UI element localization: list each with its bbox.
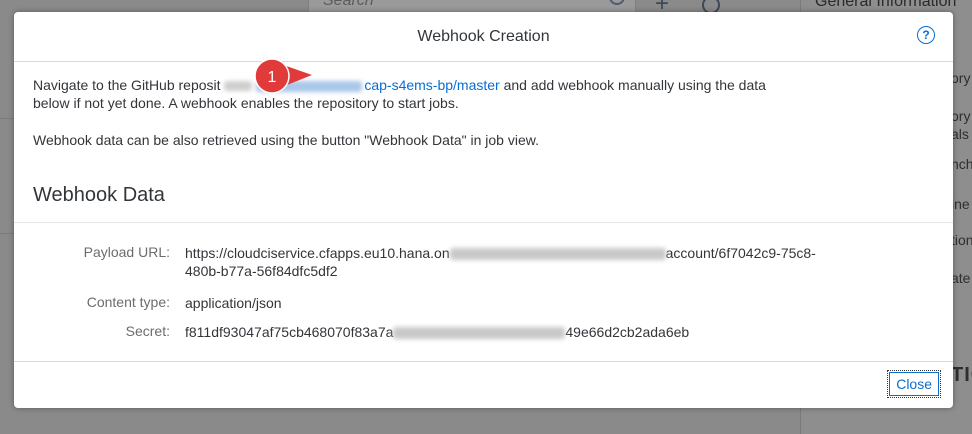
content-type-value[interactable]: application/json: [185, 294, 915, 312]
webhook-data-section-header: Webhook Data: [14, 172, 953, 223]
payload-url-start: https://cloudciservice.cfapps.eu10.hana.…: [185, 245, 450, 261]
background-divider: [0, 118, 14, 119]
redacted-text: [224, 81, 253, 92]
webhook-creation-dialog: Webhook Creation ? Navigate to the GitHu…: [14, 12, 953, 408]
background-search-placeholder: Search: [323, 0, 374, 9]
background-fragment: tion: [951, 232, 972, 248]
dialog-title: Webhook Creation: [417, 28, 550, 45]
annotation-number: 1: [268, 69, 277, 86]
payload-url-value[interactable]: https://cloudciservice.cfapps.eu10.hana.…: [185, 244, 915, 280]
payload-url-label: Payload URL:: [83, 244, 170, 260]
annotation-marker: 1: [254, 58, 312, 94]
payload-url-line2: 480b-b77a-56f84dfc5df2: [185, 263, 338, 279]
background-divider: [0, 233, 14, 234]
content-type-label: Content type:: [86, 294, 170, 310]
repository-link-text: cap-s4ems-bp/master: [364, 77, 500, 93]
background-fragment: ory: [951, 70, 971, 86]
background-fragment: ate: [951, 270, 971, 286]
dialog-footer: Close: [14, 361, 953, 408]
close-button[interactable]: Close: [887, 370, 941, 398]
background-fragment: ory: [951, 108, 971, 124]
intro-text-after-link: and add webhook manually using the data: [499, 77, 766, 93]
background-fragment: als: [951, 126, 969, 142]
background-fragment: ine: [951, 196, 970, 212]
question-mark-circle-icon[interactable]: ?: [917, 26, 935, 44]
secret-value[interactable]: f811df93047af75cb468070f83a7a 49e66d2cb2a…: [185, 323, 915, 341]
secret-label: Secret:: [125, 323, 170, 339]
payload-url-end: account/6f7042c9-75c8-: [665, 245, 816, 261]
secret-end: 49e66d2cb2ada6eb: [565, 324, 690, 340]
hint-text: Webhook data can be also retrieved using…: [33, 132, 539, 148]
dialog-header: Webhook Creation ?: [14, 12, 953, 62]
redacted-text: [449, 248, 666, 261]
intro-text-line2-start: below if not yet done. A webhook: [33, 95, 241, 111]
intro-text: Navigate to the GitHub reposit cap-s4ems…: [33, 76, 913, 112]
secret-start: f811df93047af75cb468070f83a7a: [185, 324, 394, 340]
background-fragment: TIC: [951, 364, 972, 386]
section-title: Webhook Data: [33, 184, 165, 206]
background-panel-title: General Information: [815, 0, 957, 10]
search-icon: [609, 0, 625, 5]
intro-text-start: Navigate to the GitHub reposit: [33, 77, 221, 93]
redacted-text: [393, 327, 566, 340]
background-fragment: nch: [951, 156, 972, 172]
